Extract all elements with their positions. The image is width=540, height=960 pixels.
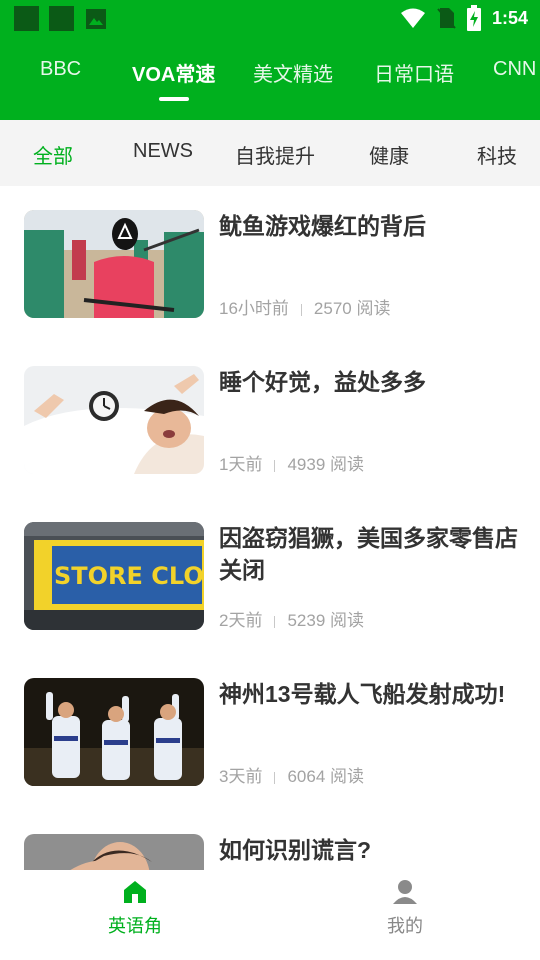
article-title: 睡个好觉，益处多多 bbox=[219, 369, 426, 395]
category-health[interactable]: 健康 bbox=[369, 140, 409, 169]
tab-english-corner-label: 英语角 bbox=[108, 916, 162, 936]
category-self-improvement[interactable]: 自我提升 bbox=[235, 140, 315, 169]
article-time: 16小时前 bbox=[219, 299, 289, 318]
app-header: 1:54 BBC VOA常速 美文精选 日常口语 CNN bbox=[0, 0, 540, 120]
astronauts-waving-image bbox=[24, 678, 204, 786]
home-icon bbox=[124, 881, 146, 903]
meta-divider bbox=[300, 303, 302, 316]
article-reads: 4939 阅读 bbox=[287, 455, 365, 474]
status-bar-notifications bbox=[14, 6, 108, 31]
wifi-icon bbox=[400, 8, 425, 28]
category-tech[interactable]: 科技 bbox=[477, 140, 517, 169]
article-time: 1天前 bbox=[219, 455, 263, 474]
squid-game-guard-image bbox=[24, 210, 204, 318]
tab-cnn[interactable]: CNN bbox=[493, 58, 536, 81]
article-reads: 6064 阅读 bbox=[287, 767, 365, 786]
image-icon bbox=[86, 8, 106, 29]
tab-voa[interactable]: VOA常速 bbox=[132, 58, 215, 87]
article-item[interactable]: 鱿鱼游戏爆红的背后 16小时前 2570 阅读 bbox=[0, 186, 540, 342]
meta-divider bbox=[274, 771, 276, 784]
article-item[interactable]: 睡个好觉，益处多多 1天前 4939 阅读 bbox=[0, 342, 540, 498]
bottom-nav: 英语角 我的 bbox=[0, 870, 540, 960]
article-meta: 2天前 5239 阅读 bbox=[219, 606, 364, 631]
profile-icon bbox=[393, 880, 417, 904]
article-title: 鱿鱼游戏爆红的背后 bbox=[219, 213, 426, 239]
top-nav-tabs: BBC VOA常速 美文精选 日常口语 CNN bbox=[0, 46, 540, 106]
tab-english-corner[interactable]: 英语角 bbox=[75, 878, 195, 938]
article-item[interactable]: 神州13号载人飞船发射成功! 3天前 6064 阅读 bbox=[0, 654, 540, 810]
app-notification-icon bbox=[14, 6, 39, 31]
meta-divider bbox=[274, 459, 276, 472]
article-title: 如何识别谎言? bbox=[219, 837, 372, 863]
sleeping-woman-alarm-clock-image bbox=[24, 366, 204, 474]
article-title: 神州13号载人飞船发射成功! bbox=[219, 681, 506, 707]
tab-daily-speaking[interactable]: 日常口语 bbox=[374, 58, 454, 87]
tab-essays[interactable]: 美文精选 bbox=[253, 58, 333, 87]
meta-divider bbox=[274, 615, 276, 628]
category-bar: 全部 NEWS 自我提升 健康 科技 bbox=[0, 120, 540, 186]
category-news[interactable]: NEWS bbox=[133, 140, 193, 163]
article-item[interactable]: 如何识别谎言? bbox=[0, 810, 540, 870]
svg-text:STORE CLOSING: STORE CLOSING bbox=[54, 562, 204, 590]
store-closing-sign-image: STORE CLOSING bbox=[24, 522, 204, 630]
man-thinking-image bbox=[24, 834, 204, 870]
tab-mine[interactable]: 我的 bbox=[345, 878, 465, 938]
article-reads: 2570 阅读 bbox=[313, 299, 391, 318]
article-title: 因盗窃猖獗，美国多家零售店关闭 bbox=[219, 525, 518, 583]
app-notification-icon bbox=[49, 6, 74, 31]
article-time: 3天前 bbox=[219, 767, 263, 786]
article-meta: 3天前 6064 阅读 bbox=[219, 762, 364, 787]
article-meta: 1天前 4939 阅读 bbox=[219, 450, 364, 475]
tab-bbc[interactable]: BBC bbox=[40, 58, 81, 81]
article-reads: 5239 阅读 bbox=[287, 611, 365, 630]
status-bar-system: 1:54 bbox=[400, 5, 528, 31]
status-time: 1:54 bbox=[491, 7, 528, 28]
tab-mine-label: 我的 bbox=[387, 916, 423, 936]
status-bar: 1:54 bbox=[0, 0, 540, 36]
article-meta: 16小时前 2570 阅读 bbox=[219, 294, 390, 319]
active-tab-indicator bbox=[159, 97, 189, 101]
battery-charging-icon bbox=[466, 5, 481, 31]
article-item[interactable]: STORE CLOSING 因盗窃猖獗，美国多家零售店关闭 2天前 5239 阅读 bbox=[0, 498, 540, 654]
category-all[interactable]: 全部 bbox=[33, 140, 73, 169]
no-sim-icon bbox=[437, 8, 456, 29]
article-list: 鱿鱼游戏爆红的背后 16小时前 2570 阅读 睡个好觉，益处多多 1天前 49… bbox=[0, 186, 540, 870]
article-time: 2天前 bbox=[219, 611, 263, 630]
